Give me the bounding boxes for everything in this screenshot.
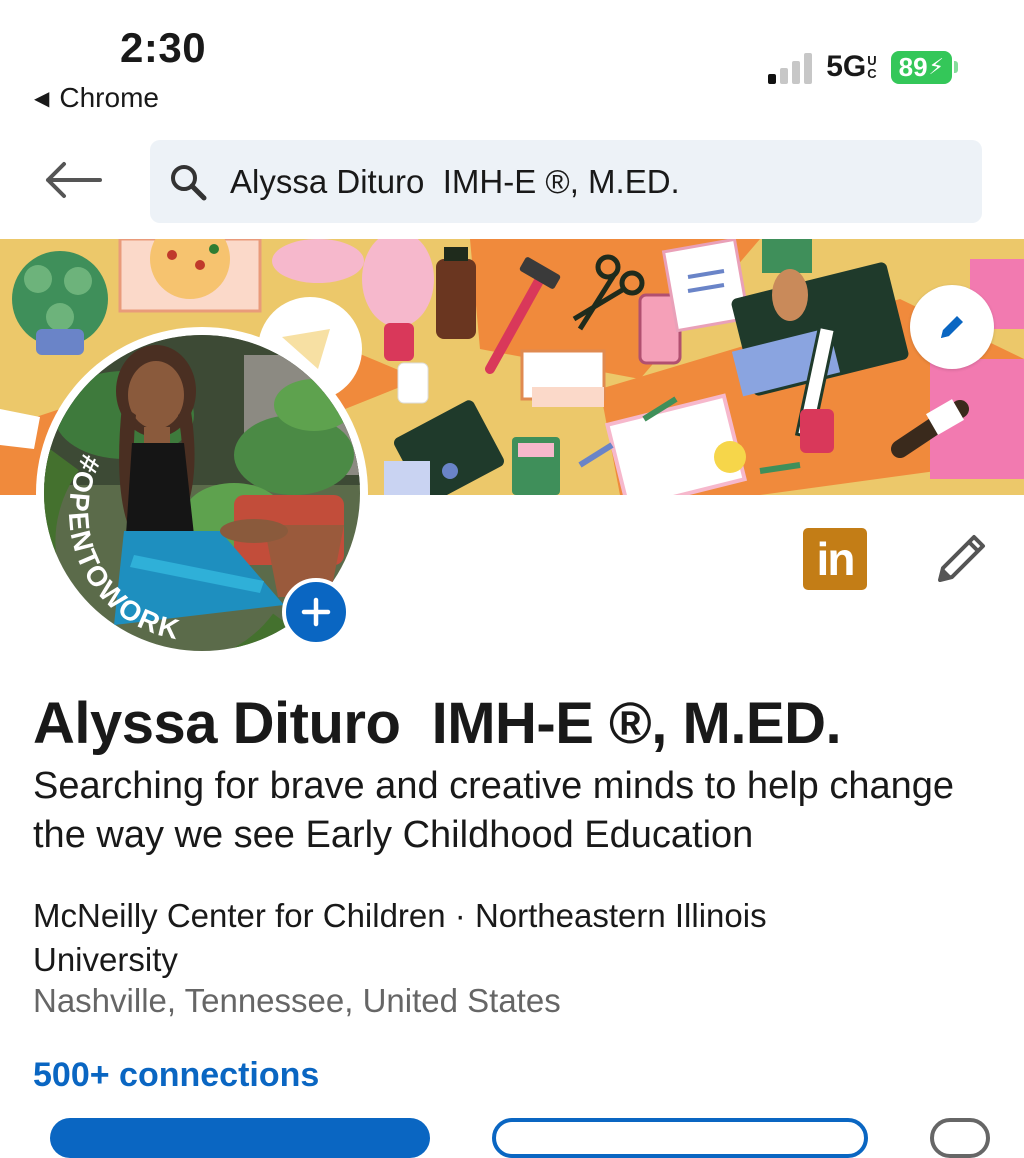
network-label: 5G UC bbox=[826, 50, 877, 83]
profile-location: Nashville, Tennessee, United States bbox=[33, 982, 561, 1019]
linkedin-badge-icon[interactable]: in bbox=[803, 528, 867, 590]
plus-icon bbox=[301, 597, 331, 627]
search-bar[interactable] bbox=[150, 140, 982, 223]
profile-headline: Searching for brave and creative minds t… bbox=[33, 765, 954, 856]
search-icon bbox=[171, 164, 207, 200]
connections-link[interactable]: 500+ connections bbox=[33, 1056, 319, 1095]
profile-name: Alyssa Dituro IMH-E ®, M.ED. bbox=[33, 691, 842, 756]
status-time: 2:30 bbox=[120, 24, 207, 71]
edit-banner-button[interactable] bbox=[910, 285, 994, 369]
search-input[interactable] bbox=[230, 162, 970, 201]
profile-company: McNeilly Center for Children · Northeast… bbox=[33, 897, 767, 978]
back-app-label: Chrome bbox=[59, 82, 159, 113]
primary-action-button[interactable] bbox=[50, 1118, 430, 1158]
back-triangle-icon: ◀ bbox=[34, 87, 50, 110]
edit-profile-pencil-icon[interactable] bbox=[930, 528, 992, 590]
back-to-app[interactable]: ◀ Chrome bbox=[34, 82, 159, 114]
battery-level: 89 bbox=[898, 51, 928, 82]
add-photo-button[interactable] bbox=[282, 578, 350, 646]
signal-icon bbox=[768, 50, 813, 84]
more-action-button[interactable] bbox=[930, 1118, 990, 1158]
back-arrow-icon[interactable] bbox=[40, 156, 104, 204]
charging-bolt-icon: ⚡ bbox=[928, 54, 944, 79]
battery-icon: 89 ⚡ bbox=[890, 50, 958, 84]
secondary-action-button[interactable] bbox=[492, 1118, 868, 1158]
pencil-icon bbox=[941, 316, 963, 338]
status-indicators: 5G UC 89 ⚡ bbox=[768, 50, 958, 84]
